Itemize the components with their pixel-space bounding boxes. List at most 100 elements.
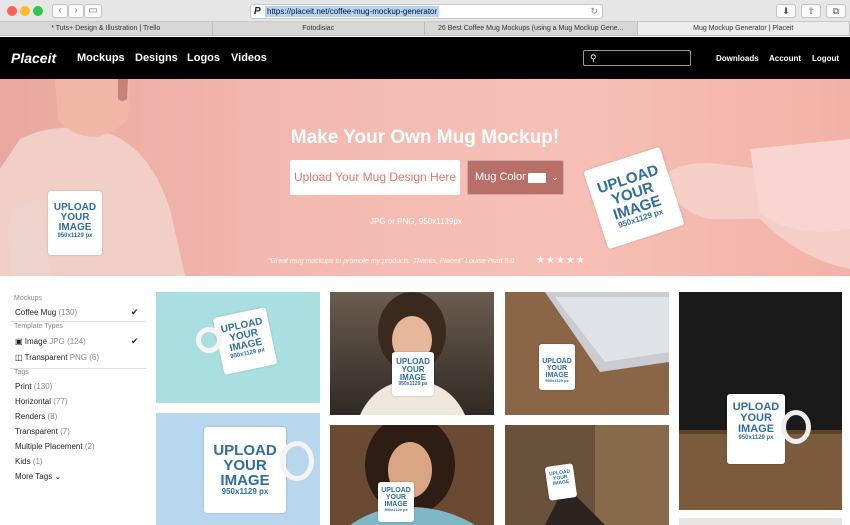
tag-label: Print: [15, 382, 32, 391]
filter-image-jpg[interactable]: ▣ Image JPG (124): [15, 337, 86, 346]
template-types-heading: Template Types: [14, 323, 63, 330]
tag-label: Horizontal: [15, 397, 52, 406]
layers-icon: ◫: [15, 353, 23, 362]
tag-kids[interactable]: Kids (1): [15, 457, 43, 466]
filter-label: Image: [24, 337, 48, 346]
nav-link-mockups[interactable]: Mockups: [77, 52, 125, 64]
tag-count: (8): [47, 412, 58, 421]
nav-link-downloads[interactable]: Downloads: [716, 54, 759, 63]
mug-text-line: 950x1129 px: [545, 378, 569, 383]
hero-mug-left: UPLOAD YOUR IMAGE 950x1129 px: [48, 191, 102, 255]
mug-text-line: 950x1129 px: [738, 435, 774, 441]
browser-toolbar: ‹ › ▭ P https://placeit.net/coffee-mug-m…: [0, 0, 850, 22]
address-bar[interactable]: P https://placeit.net/coffee-mug-mockup-…: [250, 4, 603, 19]
tag-label: Renders: [15, 412, 46, 421]
browser-tab[interactable]: Fotodisiac: [213, 22, 425, 35]
mockup-tile[interactable]: UPLOAD YOUR IMAGE 950x1129 px: [505, 292, 669, 415]
tag-print[interactable]: Print (130): [15, 382, 52, 391]
tags-heading: Tags: [14, 369, 29, 376]
checkmark-icon: ✔: [131, 336, 139, 346]
mockup-tile[interactable]: [679, 518, 842, 525]
cafe-scene-image: [505, 425, 669, 525]
url-text[interactable]: https://placeit.net/coffee-mug-mockup-ge…: [265, 6, 440, 17]
mug-handle: [781, 410, 811, 444]
mockup-mug: UPLOAD YOUR IMAGE 950x1129 px: [539, 344, 575, 390]
tag-horizontal[interactable]: Horizontal (77): [15, 397, 67, 406]
sidebar-toggle-icon[interactable]: ▭: [84, 4, 102, 18]
mug-handle: [280, 441, 314, 481]
browser-tab[interactable]: 26 Best Coffee Mug Mockups (using a Mug …: [425, 22, 638, 35]
mug-text-line: IMAGE: [737, 423, 775, 435]
tag-multiple-placement[interactable]: Multiple Placement (2): [15, 442, 95, 451]
nav-link-logos[interactable]: Logos: [187, 52, 220, 64]
tag-label: Transparent: [15, 427, 58, 436]
hand-image: [660, 139, 850, 269]
site-header: Placeit Mockups Designs Logos Videos ⚲ D…: [0, 37, 850, 79]
filter-format: PNG: [69, 353, 88, 362]
upload-hint: JPG or PNG, 950x1129px: [370, 217, 462, 226]
nav-link-account[interactable]: Account: [769, 54, 801, 63]
mug-text-line: UPLOAD: [381, 487, 411, 494]
filter-count: (6): [89, 353, 100, 362]
mug-text-line: YOUR: [385, 494, 407, 501]
placeit-logo[interactable]: Placeit: [11, 50, 56, 66]
nav-link-videos[interactable]: Videos: [231, 52, 267, 64]
mug-text-line: 950x1129 px: [384, 507, 408, 512]
browser-tab[interactable]: * Tuts+ Design & Illustration | Trello: [0, 22, 213, 35]
rating-stars: ★★★★★: [536, 255, 586, 266]
zoom-window-icon[interactable]: [33, 6, 43, 16]
tabs-overview-icon[interactable]: ⧉: [826, 4, 846, 18]
hero-title: Make Your Own Mug Mockup!: [290, 127, 560, 148]
mug-text-line: IMAGE: [58, 222, 92, 233]
nav-link-designs[interactable]: Designs: [135, 52, 178, 64]
forward-icon[interactable]: ›: [68, 4, 84, 18]
color-swatch: [528, 173, 546, 183]
share-icon[interactable]: ⇧: [801, 4, 821, 18]
filter-coffee-mug[interactable]: Coffee Mug (130): [15, 308, 77, 317]
testimonial-quote: "Great mug mockups to promote my product…: [268, 258, 515, 265]
mockup-tile[interactable]: UPLOAD YOUR IMAGE 950x1129 px: [330, 425, 494, 525]
close-window-icon[interactable]: [7, 6, 17, 16]
downloads-icon[interactable]: ⬇: [776, 4, 796, 18]
back-icon[interactable]: ‹: [52, 4, 68, 18]
site-favicon-icon: P: [254, 6, 261, 17]
mug-color-label: Mug Color: [475, 171, 526, 183]
mockup-tile[interactable]: UPLOAD YOUR IMAGE 950x1129 px: [330, 292, 494, 415]
divider: [10, 368, 146, 369]
nav-link-logout[interactable]: Logout: [812, 54, 839, 63]
mug-text-line: UPLOAD: [542, 358, 572, 365]
minimize-window-icon[interactable]: [20, 6, 30, 16]
upload-design-button[interactable]: Upload Your Mug Design Here: [290, 160, 460, 195]
tag-transparent[interactable]: Transparent (7): [15, 427, 70, 436]
browser-tab-active[interactable]: Mug Mockup Generator | Placeit: [637, 22, 850, 35]
mockup-tile[interactable]: UPLOAD YOUR IMAGE 950x1129 px: [156, 413, 320, 525]
filter-count: (130): [58, 308, 78, 317]
mockup-mug: UPLOAD YOUR IMAGE: [544, 463, 578, 501]
reload-icon[interactable]: ↻: [590, 5, 598, 18]
filter-label: Coffee Mug: [15, 308, 57, 317]
tab-bar: * Tuts+ Design & Illustration | Trello F…: [0, 22, 850, 36]
tag-count: (77): [53, 397, 68, 406]
mockup-tile[interactable]: UPLOAD YOUR IMAGE 950x1129 px: [679, 292, 842, 510]
mug-text-line: UPLOAD: [213, 442, 277, 459]
more-tags-button[interactable]: More Tags ⌄: [15, 472, 61, 481]
filter-count: (124): [67, 337, 86, 346]
tag-count: (7): [60, 427, 70, 436]
search-input[interactable]: ⚲: [583, 50, 691, 66]
tag-label: Multiple Placement: [15, 442, 83, 451]
tag-renders[interactable]: Renders (8): [15, 412, 57, 421]
mug-color-select[interactable]: Mug Color ⌄: [467, 160, 564, 195]
mockup-tile[interactable]: UPLOAD YOUR IMAGE 950x1129 px: [156, 292, 320, 403]
mockup-mug: UPLOAD YOUR IMAGE 950x1129 px: [212, 307, 278, 375]
chevron-down-icon: ⌄: [54, 472, 62, 481]
mockup-mug: UPLOAD YOUR IMAGE 950x1129 px: [378, 482, 414, 522]
camera-icon: ▣: [15, 337, 23, 346]
mockups-heading: Mockups: [14, 295, 43, 302]
tag-count: (2): [84, 442, 95, 451]
hero-banner: UPLOAD YOUR IMAGE 950x1129 px Make Your …: [0, 79, 850, 276]
mug-text-line: IMAGE: [220, 472, 270, 489]
mockup-tile[interactable]: UPLOAD YOUR IMAGE: [505, 425, 669, 525]
filter-transparent-png[interactable]: ◫ Transparent PNG (6): [15, 353, 99, 362]
tag-count: (130): [33, 382, 53, 391]
filter-label: Transparent: [24, 353, 68, 362]
